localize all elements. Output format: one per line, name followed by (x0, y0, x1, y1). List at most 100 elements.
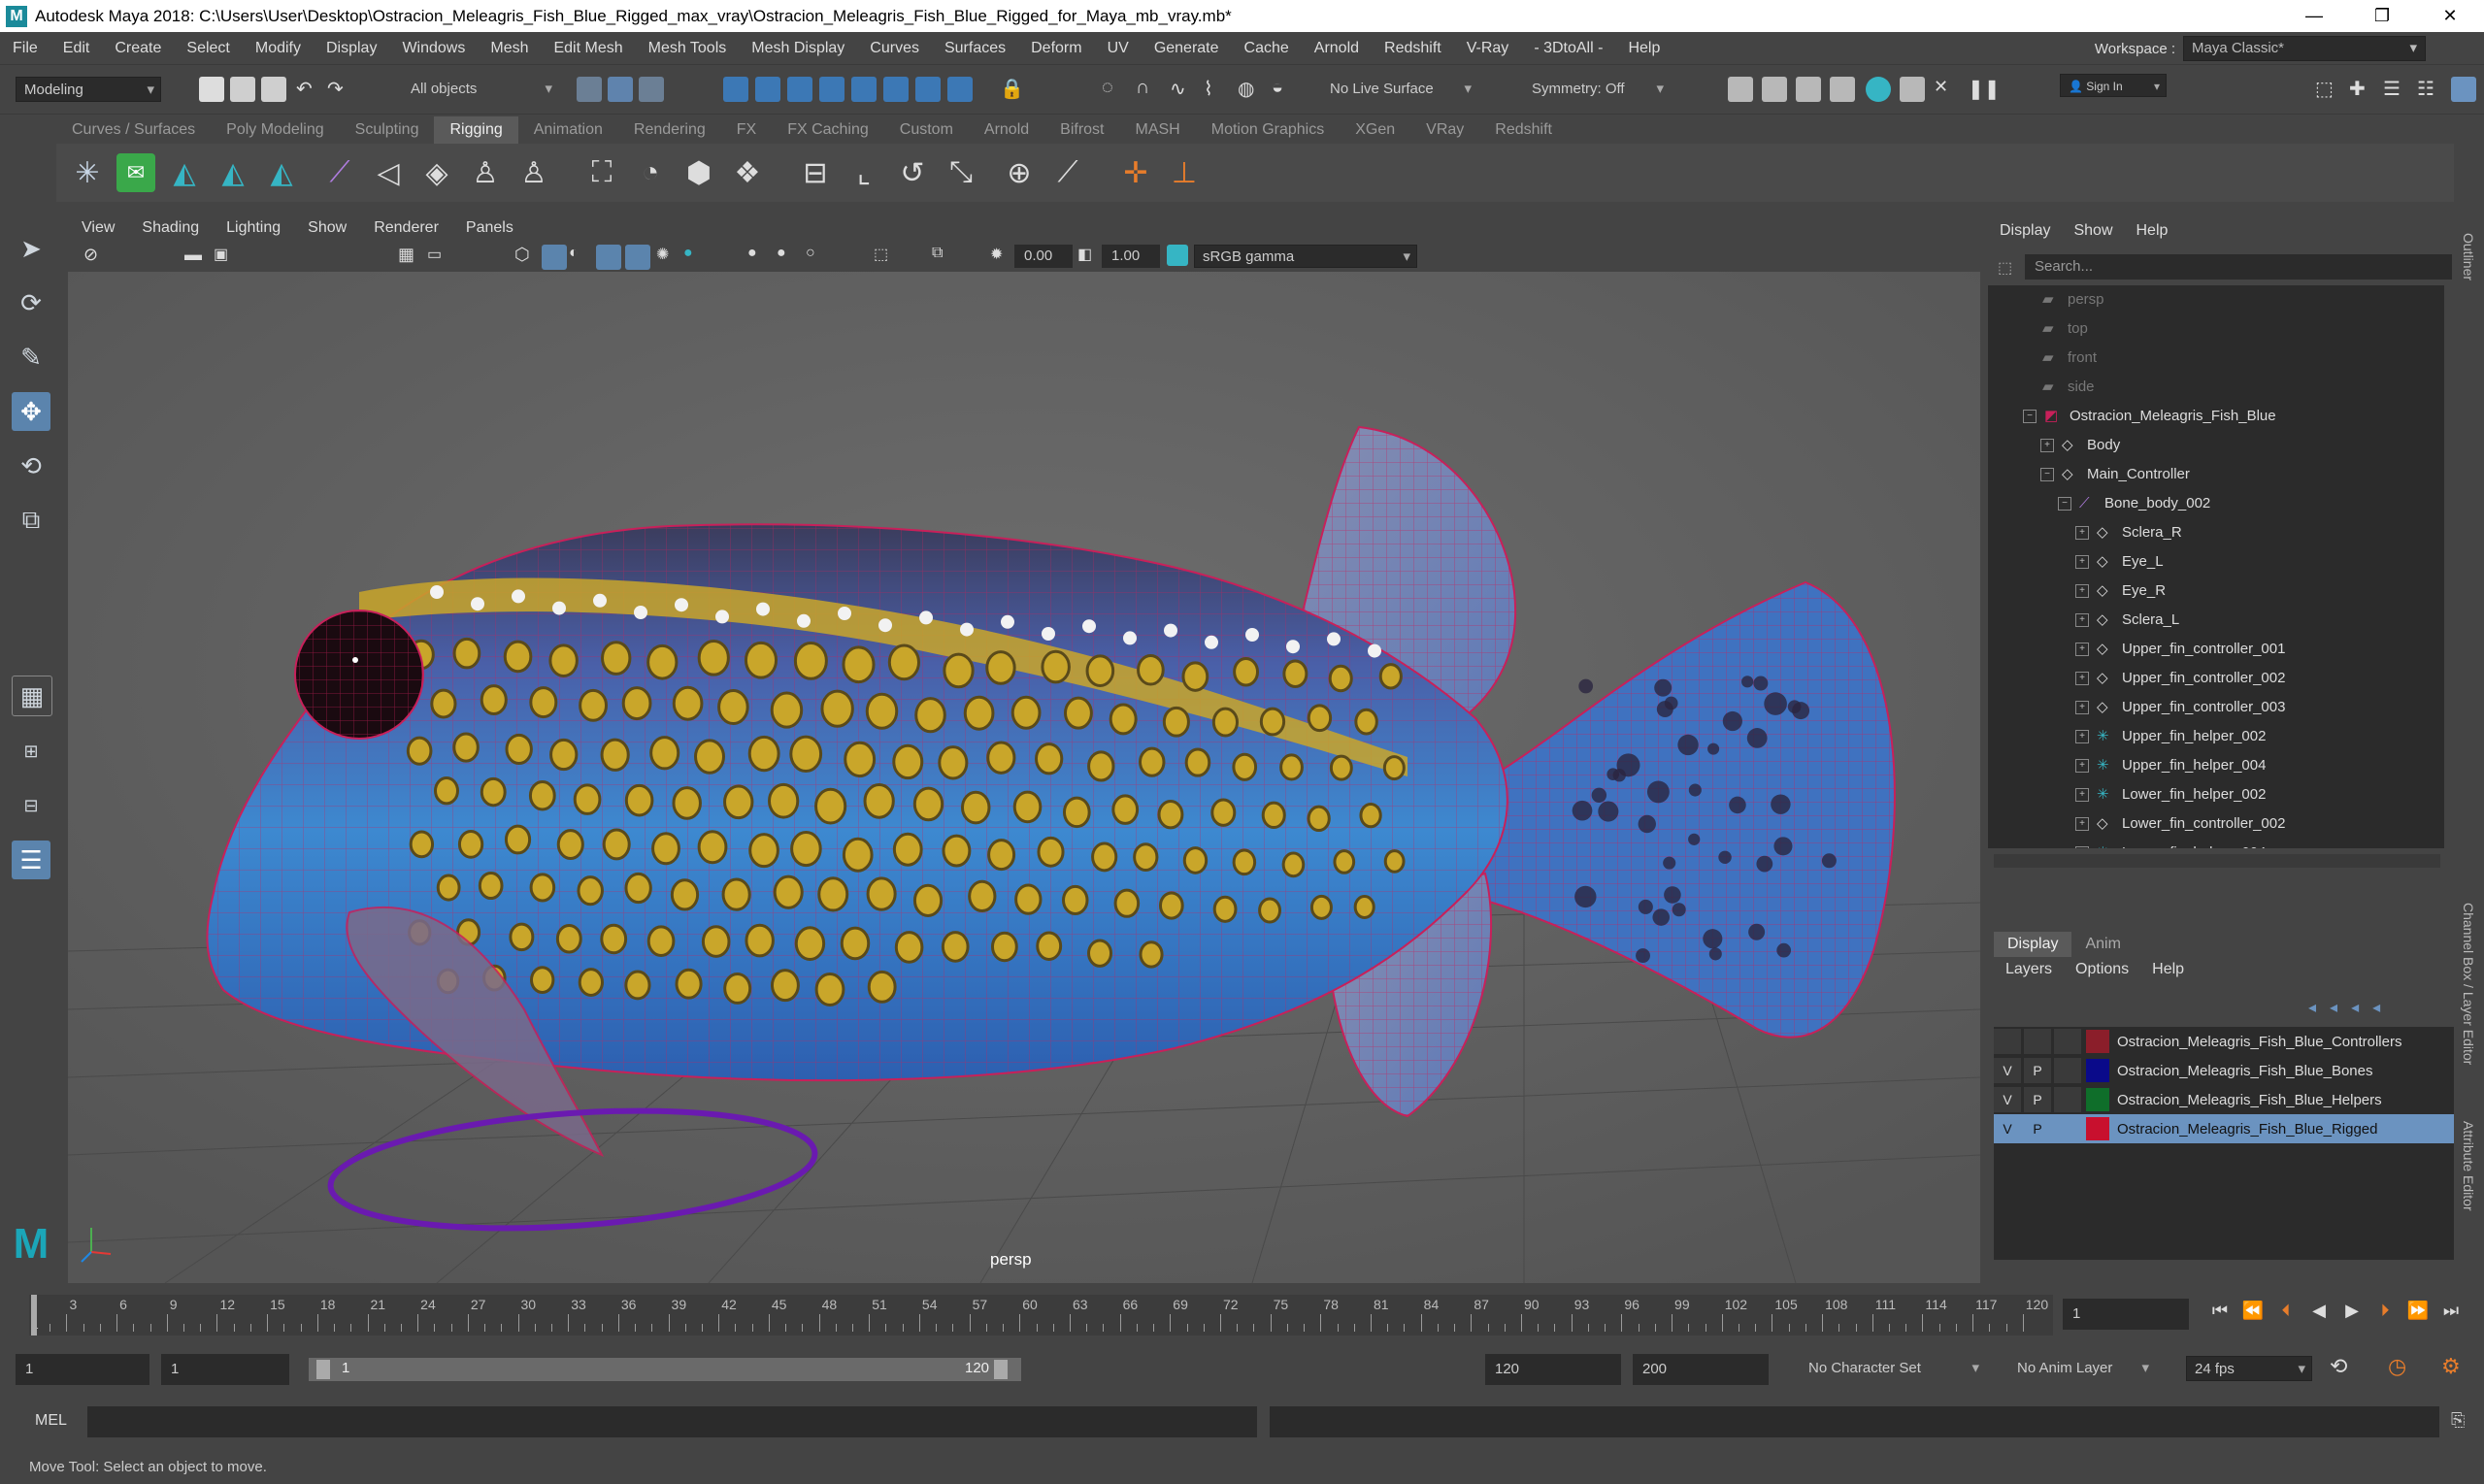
outliner-item[interactable]: ▰ top (1988, 314, 2444, 344)
expand-icon[interactable]: + (2075, 788, 2089, 803)
expand-icon[interactable]: + (2040, 439, 2054, 453)
camera-attributes-icon[interactable]: ⊘ (83, 245, 109, 270)
render-view-icon[interactable] (1900, 77, 1925, 102)
shelf-tab-fx[interactable]: FX (721, 116, 772, 144)
wireframe-on-shaded-icon[interactable] (596, 245, 621, 270)
expand-icon[interactable]: + (2075, 643, 2089, 657)
auto-key-icon[interactable]: ◷ (2388, 1354, 2406, 1379)
expand-icon[interactable]: + (2075, 526, 2089, 541)
viewport-menu-lighting[interactable]: Lighting (213, 219, 294, 237)
single-perspective-layout-icon[interactable]: ▦ (12, 676, 52, 716)
soft-select-icon[interactable]: ◍ (1238, 77, 1263, 102)
anim-layer-dropdown[interactable]: No Anim Layer (2009, 1356, 2155, 1381)
outliner-item[interactable]: + ✳ Lower_fin_helper_004 (1988, 839, 2444, 848)
shelf-tab-bifrost[interactable]: Bifrost (1044, 116, 1119, 144)
custom-layout-icon[interactable]: ☰ (12, 841, 50, 879)
outliner-item[interactable]: − ◇ Main_Controller (1988, 460, 2444, 489)
viewport-panel[interactable]: View Shading Lighting Show Renderer Pane… (68, 214, 1980, 1283)
point-constraint-icon[interactable]: ⌞ (845, 153, 883, 192)
shelf-tab-rendering[interactable]: Rendering (618, 116, 721, 144)
layer-color-swatch[interactable] (2086, 1117, 2109, 1140)
outliner-item[interactable]: ▰ side (1988, 373, 2444, 402)
layer-playback-toggle[interactable]: P (2024, 1058, 2051, 1083)
shelf-tab-poly-modeling[interactable]: Poly Modeling (211, 116, 340, 144)
outliner-item[interactable]: ▰ persp (1988, 285, 2444, 314)
expand-icon[interactable]: + (2075, 555, 2089, 570)
render-frame-icon[interactable] (1728, 77, 1753, 102)
script-editor-icon[interactable]: ⎘ (2451, 1410, 2465, 1431)
step-forward-key-icon[interactable]: ⏩ (2401, 1301, 2434, 1321)
layer-visibility-toggle[interactable] (1994, 1029, 2021, 1054)
layer-row[interactable]: V P Ostracion_Meleagris_Fish_Blue_Rigged (1994, 1114, 2454, 1143)
outliner-item[interactable]: + ✳ Upper_fin_helper_004 (1988, 751, 2444, 780)
layer-menu-help[interactable]: Help (2140, 961, 2196, 978)
shelf-tab-mash[interactable]: MASH (1120, 116, 1196, 144)
close-button[interactable]: ✕ (2416, 0, 2484, 32)
lasso-tool-icon[interactable]: ⟳ (12, 283, 50, 322)
curve-tool-icon[interactable]: ∿ (1170, 77, 1195, 102)
shelf-tab-animation[interactable]: Animation (518, 116, 618, 144)
render-settings-icon[interactable] (1830, 77, 1855, 102)
shelf-tab-arnold[interactable]: Arnold (969, 116, 1044, 144)
side-tab-channel-box[interactable]: Channel Box / Layer Editor (2461, 903, 2476, 1065)
four-view-layout-icon[interactable]: ⊞ (12, 732, 50, 771)
symmetry-dropdown[interactable]: Symmetry: Off (1524, 77, 1670, 102)
selection-mask-dropdown[interactable]: All objects (403, 77, 558, 102)
save-scene-icon[interactable] (261, 77, 286, 102)
menu-cache[interactable]: Cache (1232, 40, 1302, 57)
shelf-tab-redshift[interactable]: Redshift (1479, 116, 1568, 144)
wrap-icon[interactable]: ⬢ (679, 153, 718, 192)
menu-uv[interactable]: UV (1095, 40, 1142, 57)
play-forward-icon[interactable]: ▶ (2335, 1301, 2368, 1321)
locator-icon[interactable]: ✛ (1116, 153, 1155, 192)
layer-menu-options[interactable]: Options (2064, 961, 2140, 978)
outliner-menu-show[interactable]: Show (2062, 222, 2124, 240)
viewport-menu-show[interactable]: Show (294, 219, 360, 237)
layer-display-type-toggle[interactable] (2054, 1029, 2081, 1054)
viewport-scene[interactable]: persp (68, 272, 1980, 1283)
layer-row[interactable]: V P Ostracion_Meleagris_Fish_Blue_Helpers (1994, 1085, 2454, 1114)
menu-edit[interactable]: Edit (50, 40, 103, 57)
layer-visibility-toggle[interactable]: V (1994, 1087, 2021, 1112)
shelf-tab-xgen[interactable]: XGen (1340, 116, 1410, 144)
expand-icon[interactable]: + (2075, 701, 2089, 715)
select-hierarchy-icon[interactable] (577, 77, 602, 102)
playback-start-field[interactable]: 1 (161, 1354, 289, 1385)
exposure-field[interactable]: 0.00 (1014, 245, 1073, 268)
shelf-tab-motion-graphics[interactable]: Motion Graphics (1196, 116, 1341, 144)
menu-set-dropdown[interactable]: Modeling (16, 77, 161, 103)
view-transform-dropdown[interactable]: sRGB gamma (1194, 245, 1417, 269)
expand-icon[interactable]: + (2075, 672, 2089, 686)
layer-row[interactable]: Ostracion_Meleagris_Fish_Blue_Controller… (1994, 1027, 2454, 1056)
snap-live-icon[interactable] (883, 77, 909, 102)
tool-settings-toggle-icon[interactable]: ☷ (2417, 77, 2442, 102)
isolate-select-icon[interactable]: ⬚ (874, 245, 899, 270)
pause-icon[interactable]: ❚❚ (1968, 77, 2001, 102)
menu-select[interactable]: Select (174, 40, 242, 57)
collapse-icon[interactable]: − (2058, 497, 2071, 511)
layer-row[interactable]: V P Ostracion_Meleagris_Fish_Blue_Bones (1994, 1056, 2454, 1085)
step-back-frame-icon[interactable]: ⏴ (2269, 1301, 2302, 1321)
snap-curve-icon[interactable] (755, 77, 780, 102)
menu-mesh[interactable]: Mesh (478, 40, 541, 57)
tab-anim[interactable]: Anim (2071, 932, 2134, 957)
outliner-item[interactable]: + ◇ Sclera_R (1988, 518, 2444, 547)
select-component-icon[interactable] (639, 77, 664, 102)
cluster-icon[interactable]: ◔ (631, 153, 670, 192)
outliner-layout-icon[interactable]: ⊟ (12, 786, 50, 825)
step-back-key-icon[interactable]: ⏪ (2236, 1301, 2269, 1321)
outliner-item[interactable]: + ◇ Upper_fin_controller_001 (1988, 635, 2444, 664)
ik-handle-icon[interactable]: ◭ (165, 153, 204, 192)
menu-help[interactable]: Help (1615, 40, 1673, 57)
viewport-menu-renderer[interactable]: Renderer (360, 219, 452, 237)
quick-rig-icon[interactable]: ♙ (514, 153, 553, 192)
workspace-dropdown[interactable]: Maya Classic* ▾ (2183, 36, 2426, 61)
outliner-item[interactable]: + ✳ Lower_fin_helper_002 (1988, 780, 2444, 809)
lattice-icon[interactable]: ⛶ (582, 153, 621, 192)
scene-end-field[interactable]: 200 (1633, 1354, 1769, 1385)
side-tab-attribute-editor[interactable]: Attribute Editor (2461, 1121, 2476, 1211)
ik-spline-icon[interactable]: ◭ (214, 153, 252, 192)
undo-icon[interactable]: ↶ (296, 77, 321, 102)
layer-action-icons[interactable]: ◂◂◂◂ (2308, 998, 2394, 1017)
range-end-handle[interactable] (994, 1360, 1008, 1379)
